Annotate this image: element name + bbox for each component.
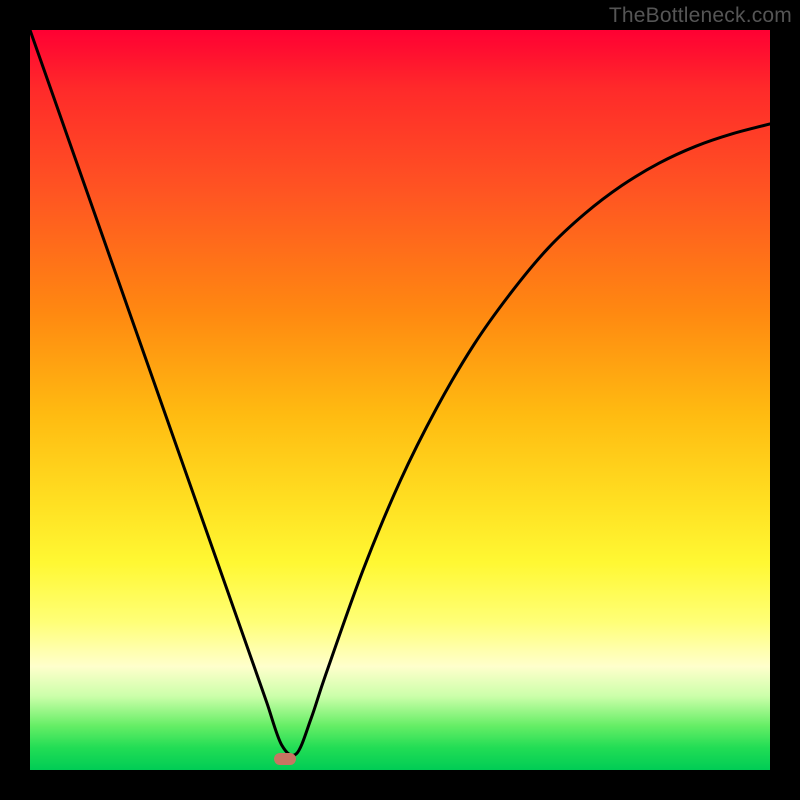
minimum-marker — [274, 753, 296, 765]
plot-area — [30, 30, 770, 770]
chart-frame: TheBottleneck.com — [0, 0, 800, 800]
attribution-text: TheBottleneck.com — [609, 4, 792, 28]
bottleneck-curve — [30, 30, 770, 770]
